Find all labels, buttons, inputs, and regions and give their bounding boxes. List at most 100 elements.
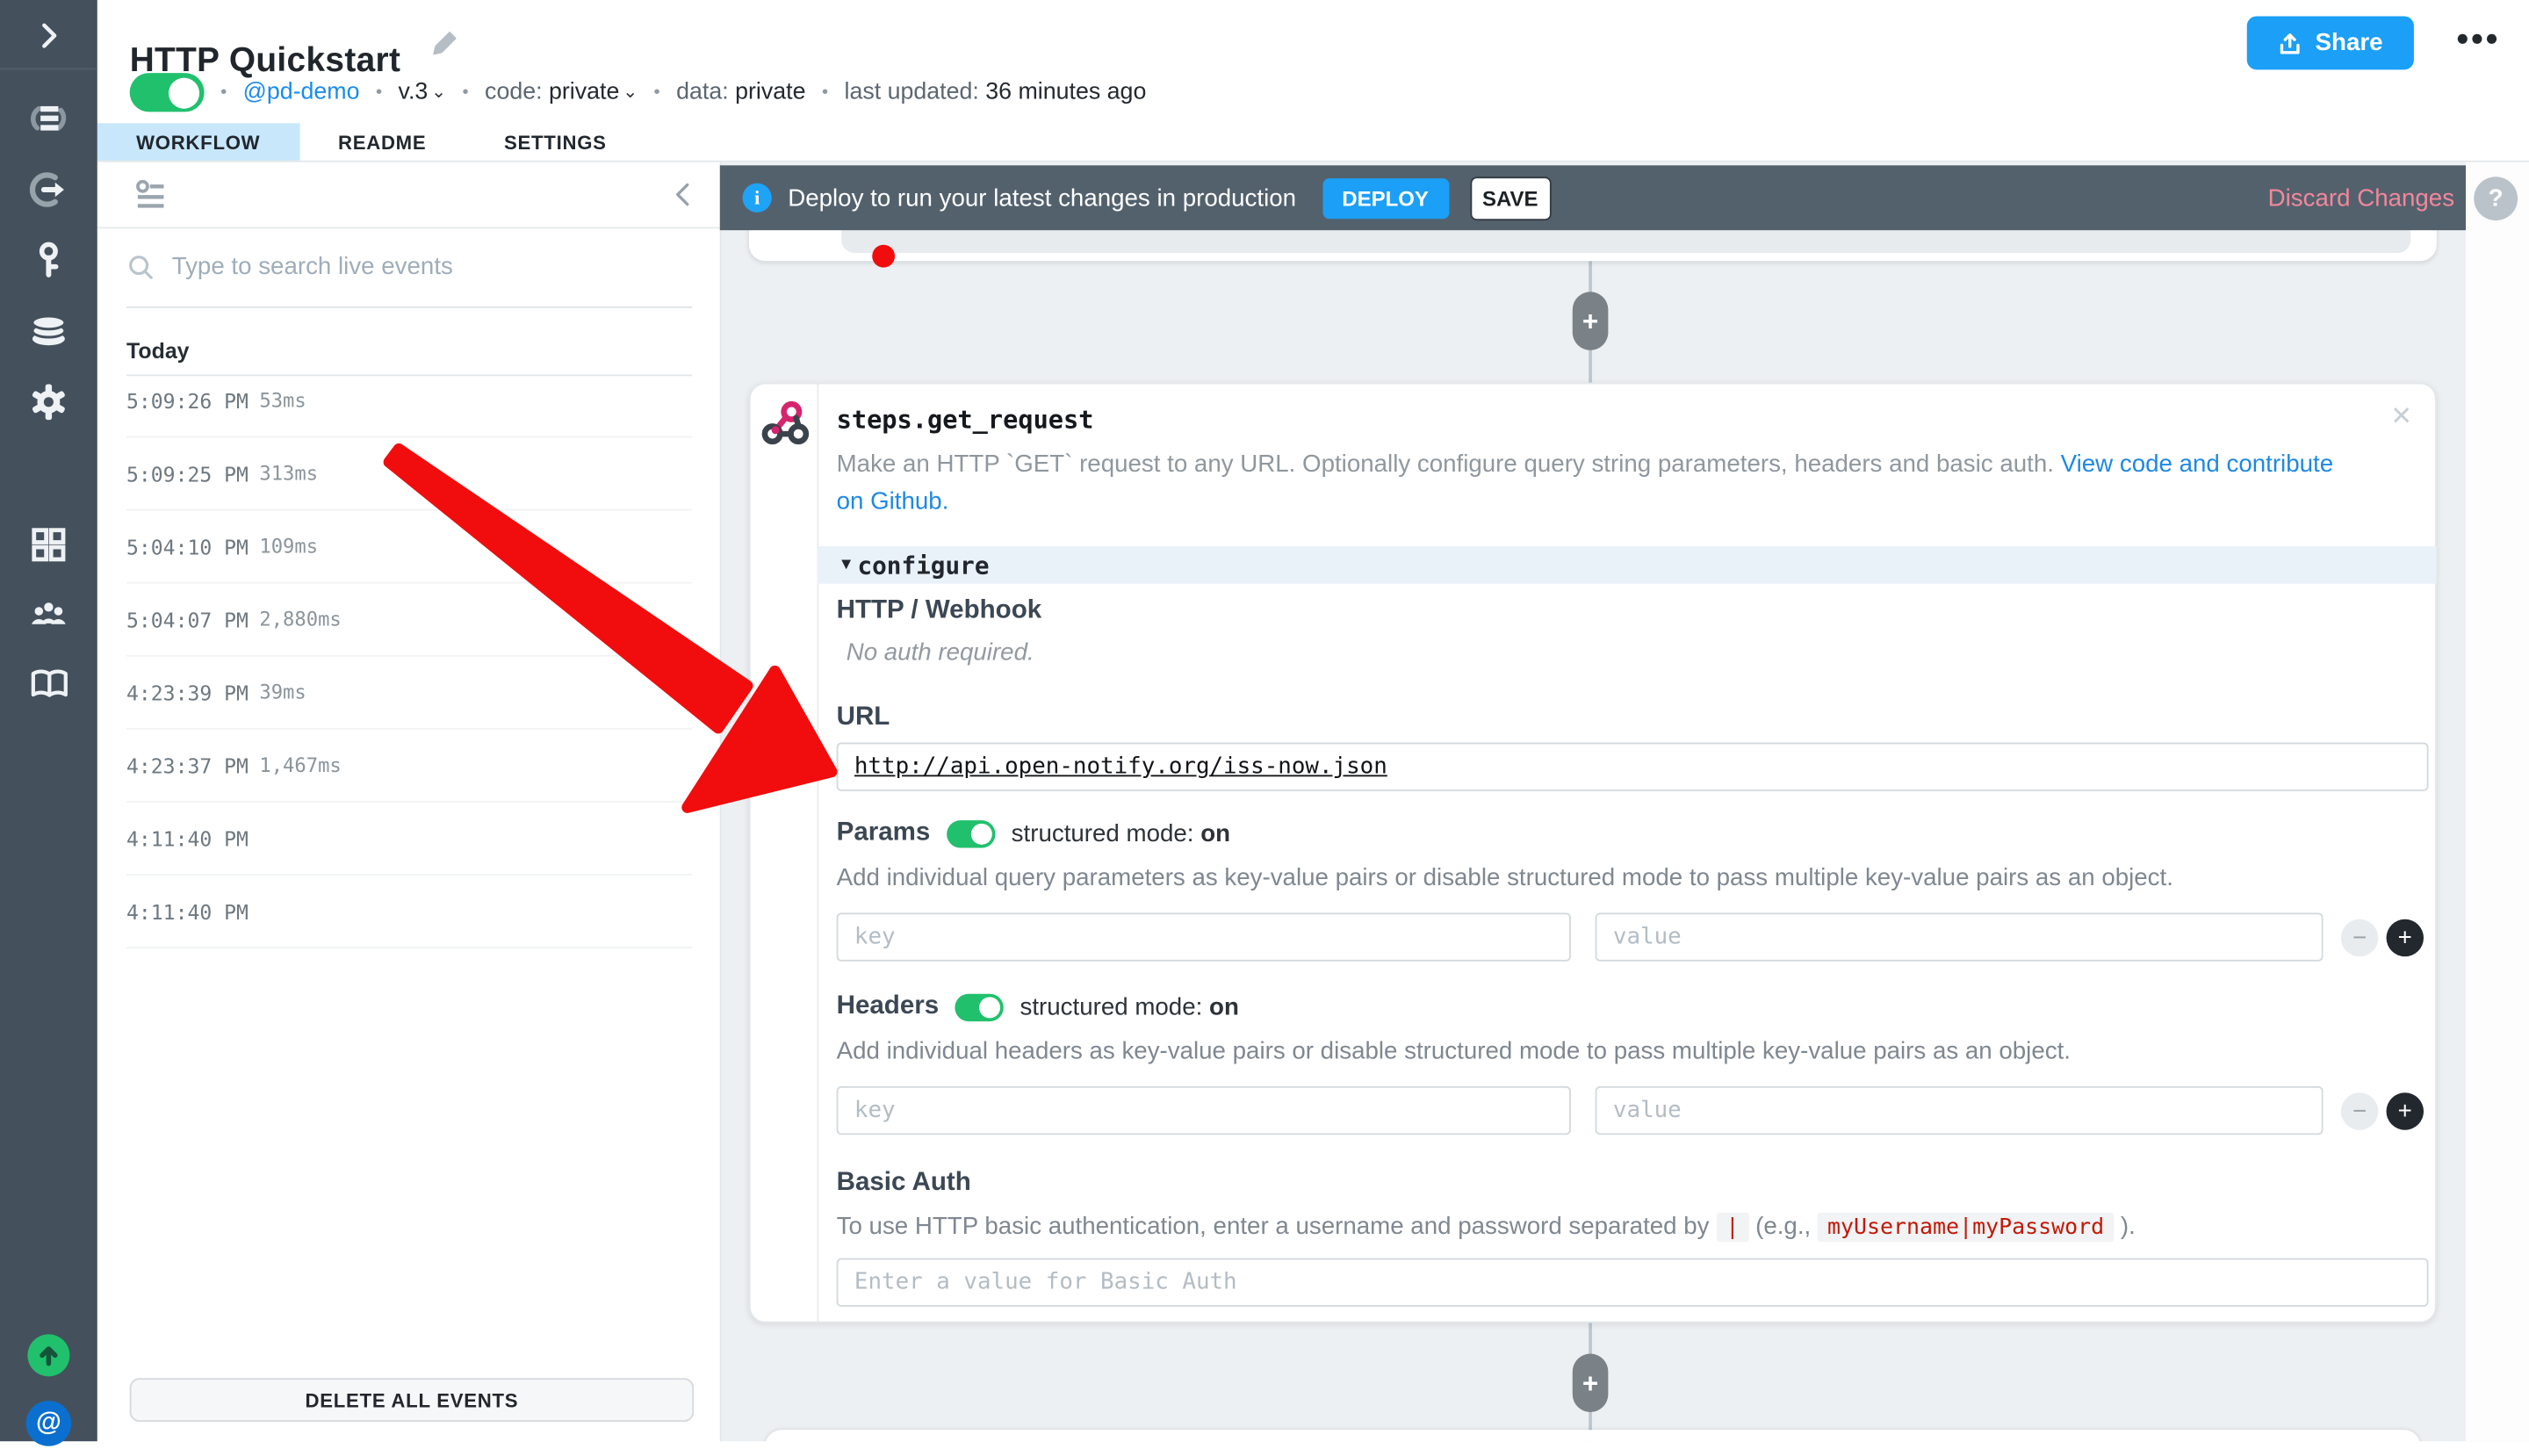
sidebar-item-accounts[interactable] [0,228,97,293]
triangle-down-icon: ▼ [838,556,854,574]
workflow-enabled-toggle[interactable] [129,73,205,112]
tab-settings[interactable]: SETTINGS [465,123,645,160]
sidebar-item-docs[interactable] [0,652,97,717]
delete-all-events-button[interactable]: DELETE ALL EVENTS [129,1378,695,1423]
whats-new-icon [27,1334,70,1377]
owner-handle-link[interactable]: @pd-demo [243,79,360,105]
close-icon: ✕ [2390,403,2413,432]
event-row[interactable]: 5:04:07 PM 2,880ms [126,584,693,657]
kebab-icon [2457,33,2497,44]
info-icon: i [742,183,772,213]
collapse-panel-button[interactable] [671,182,694,208]
separator-dot: • [375,83,383,103]
event-row[interactable]: 5:04:10 PM 109ms [126,511,693,584]
workflows-icon [31,105,67,131]
sql-icon [31,314,67,346]
plus-icon: + [1582,1367,1599,1399]
next-step-card-partial[interactable] [765,1430,2421,1442]
event-row[interactable]: 4:23:39 PM 39ms [126,657,693,730]
params-value-input[interactable] [1595,912,2324,962]
expand-icon [42,23,57,48]
event-row[interactable]: 5:09:26 PM 53ms [126,364,693,438]
workflow-tabbar: WORKFLOW README SETTINGS [97,123,2529,162]
separator-dot: • [462,83,469,103]
basic-auth-title: Basic Auth [836,1169,971,1197]
params-remove-row-button[interactable]: − [2340,919,2379,957]
apps-grid-icon [32,528,66,562]
event-row[interactable]: 4:11:40 PM [126,876,693,948]
headers-structured-toggle[interactable] [955,992,1005,1021]
minus-icon: − [2352,924,2367,952]
live-events-panel: Today 5:09:26 PM53ms 5:09:25 PM313ms 5:0… [97,160,722,1442]
whats-new-button[interactable] [0,1323,97,1388]
save-button[interactable]: SAVE [1469,176,1551,220]
headers-add-row-button[interactable]: + [2386,1092,2424,1130]
headers-title: Headers [836,991,940,1020]
headers-description: Add individual headers as key-value pair… [836,1037,2071,1065]
workflow-meta-row: • @pd-demo • v.3 ⌄ • code: private ⌄ • dat… [129,73,1146,112]
sidebar-item-apps[interactable] [0,512,97,577]
filter-icon [136,179,164,208]
deploy-banner-message: Deploy to run your latest changes in pro… [788,184,1297,212]
account-at-icon: @ [25,1401,72,1446]
pipe-code-chip: | [1716,1212,1749,1243]
chevron-down-icon: ⌄ [430,83,447,103]
sidebar-item-community[interactable] [0,582,97,647]
help-button[interactable]: ? [2474,177,2518,221]
discard-changes-link[interactable]: Discard Changes [2268,184,2454,212]
plus-icon: + [2397,924,2412,952]
share-button-label: Share [2315,29,2383,57]
params-key-input[interactable] [836,912,1571,962]
more-menu-button[interactable] [2456,32,2498,46]
close-step-button[interactable]: ✕ [2390,400,2412,433]
version-dropdown[interactable]: v.3 ⌄ [399,79,446,105]
share-button[interactable]: Share [2246,16,2414,70]
params-structured-toggle[interactable] [946,819,996,847]
event-row[interactable]: 5:09:25 PM 313ms [126,437,693,511]
expand-sidebar-button[interactable] [0,4,97,68]
view-code-link[interactable]: View code and contribute [2061,450,2333,478]
event-list: 5:09:26 PM 53ms 5:09:25 PM 313ms 5:04:10 P… [126,364,693,948]
headers-remove-row-button[interactable]: − [2340,1092,2379,1130]
upload-icon [2280,32,2300,54]
canvas-right-gutter [2465,160,2529,1442]
deploy-button[interactable]: DEPLOY [1322,177,1449,219]
headers-mode-row: Headers structured mode: on [836,991,1239,1021]
workflow-header: HTTP Quickstart Share • @pd-demo • v.3 ⌄ … [97,0,2529,124]
headers-value-input[interactable] [1595,1085,2324,1135]
code-visibility-dropdown[interactable]: code: private ⌄ [485,79,638,105]
basic-auth-description: To use HTTP basic authentication, enter … [836,1212,2136,1243]
pencil-icon [433,31,457,55]
rename-button[interactable] [429,27,460,58]
plus-icon: + [1582,305,1599,337]
sidebar-divider [0,68,97,70]
app-sidebar: @ [0,0,97,1446]
events-panel-header [97,161,720,229]
minus-icon: − [2352,1097,2367,1126]
tab-readme[interactable]: README [299,123,465,160]
separator-dot: • [821,83,829,103]
headers-key-input[interactable] [836,1085,1571,1135]
event-search [126,227,693,308]
account-menu-button[interactable]: @ [0,1391,97,1456]
step-description: Make an HTTP `GET` request to any URL. O… [836,450,2334,516]
event-row[interactable]: 4:23:37 PM 1,467ms [126,730,693,803]
tab-workflow[interactable]: WORKFLOW [97,123,299,161]
add-step-button[interactable]: + [1572,1353,1609,1412]
add-step-button[interactable]: + [1572,292,1609,350]
sidebar-item-sources[interactable] [0,157,97,222]
search-input[interactable] [168,251,693,283]
filter-events-button[interactable] [133,177,169,213]
sidebar-item-sql[interactable] [0,299,97,364]
configure-section-toggle[interactable]: ▼ configure [817,546,2437,584]
basic-auth-input[interactable] [836,1258,2429,1307]
event-row[interactable]: 4:11:40 PM [126,803,693,876]
view-code-link-2[interactable]: on Github. [837,488,949,515]
sidebar-item-settings[interactable] [0,370,97,435]
sidebar-item-workflows[interactable] [0,86,97,151]
params-title: Params [836,818,931,847]
params-add-row-button[interactable]: + [2386,919,2424,957]
url-input[interactable] [836,742,2429,791]
community-icon [31,602,66,624]
key-icon [39,241,59,278]
